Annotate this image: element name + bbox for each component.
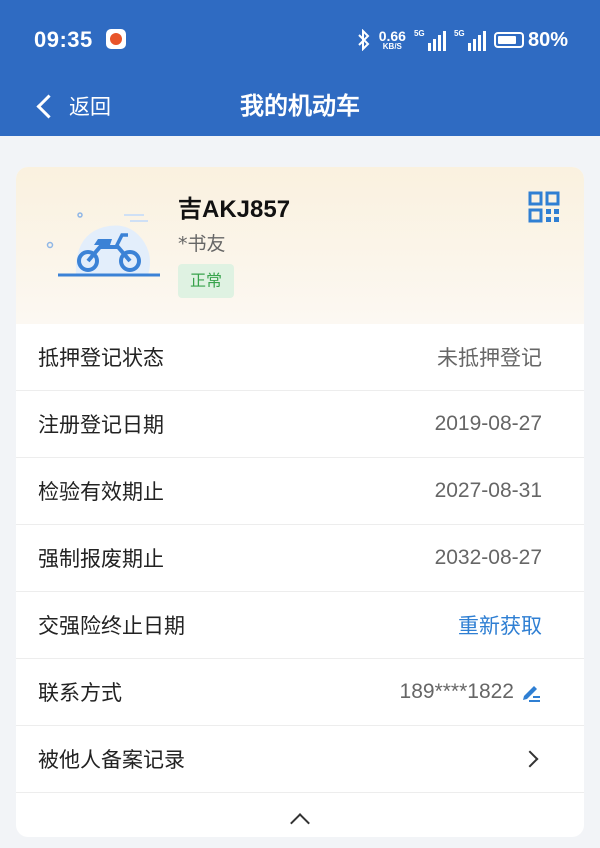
- page-title: 我的机动车: [240, 92, 360, 120]
- vehicle-card: 吉AKJ857 *书友 正常 抵押登记状态 未抵押登记 注册登记日期 2019-…: [16, 167, 584, 837]
- battery-icon: 80%: [493, 28, 568, 52]
- row-label: 强制报废期止: [38, 547, 164, 571]
- network-speed: 0.66 KB/S: [379, 29, 406, 51]
- collapse-button[interactable]: [16, 801, 584, 837]
- plate-number: 吉AKJ857: [178, 196, 291, 223]
- row-label: 被他人备案记录: [38, 748, 185, 772]
- row-value: 2032-08-27: [434, 546, 542, 569]
- row-scrap-date: 强制报废期止 2032-08-27: [16, 525, 584, 592]
- motorcycle-icon: [46, 212, 160, 277]
- nav-bar: 返回 我的机动车: [0, 78, 600, 136]
- battery-percent: 80%: [527, 28, 568, 51]
- bluetooth-icon: [358, 29, 370, 51]
- row-label: 抵押登记状态: [38, 346, 164, 370]
- signal-icon-2: 5G: [454, 29, 486, 51]
- row-label: 注册登记日期: [38, 413, 164, 437]
- network-speed-value: 0.66: [378, 28, 406, 44]
- row-contact: 联系方式 189****1822: [16, 659, 584, 726]
- edit-icon[interactable]: [520, 681, 542, 703]
- row-mortgage-status: 抵押登记状态 未抵押登记: [16, 324, 584, 391]
- row-label: 检验有效期止: [38, 480, 164, 504]
- phone-number: 189****1822: [399, 680, 514, 703]
- top-bar: 09:35 0.66 KB/S 5G 5G 80% 返回 我的机动车: [0, 0, 600, 136]
- network-speed-unit: KB/S: [382, 42, 402, 51]
- owner-name: *书友: [178, 233, 226, 255]
- status-right: 0.66 KB/S 5G 5G 80%: [357, 26, 568, 54]
- status-badge: 正常: [178, 264, 235, 298]
- signal-icon: 5G: [414, 29, 446, 51]
- status-bar: 09:35 0.66 KB/S 5G 5G 80%: [0, 0, 600, 78]
- chevron-up-icon: [290, 813, 310, 833]
- row-value: 2027-08-31: [434, 479, 542, 502]
- row-inspection-expiry: 检验有效期止 2027-08-31: [16, 458, 584, 525]
- vehicle-info-list: 抵押登记状态 未抵押登记 注册登记日期 2019-08-27 检验有效期止 20…: [16, 324, 584, 793]
- status-time: 09:35: [34, 27, 93, 52]
- signal-label: 5G: [413, 29, 425, 38]
- signal-label-2: 5G: [453, 29, 465, 38]
- qr-code-icon[interactable]: [528, 191, 560, 223]
- app-notification-icon: [106, 29, 126, 49]
- row-label: 联系方式: [38, 681, 122, 705]
- row-filing-records[interactable]: 被他人备案记录: [16, 726, 584, 793]
- chevron-right-icon: [521, 750, 539, 768]
- row-label: 交强险终止日期: [38, 614, 185, 638]
- vehicle-header: 吉AKJ857 *书友 正常: [16, 167, 584, 324]
- row-registration-date: 注册登记日期 2019-08-27: [16, 391, 584, 458]
- row-insurance-expiry: 交强险终止日期 重新获取: [16, 592, 584, 659]
- contact-value: 189****1822: [400, 680, 542, 704]
- refresh-link[interactable]: 重新获取: [458, 610, 542, 640]
- row-value: 未抵押登记: [437, 347, 542, 370]
- row-value: 2019-08-27: [434, 412, 542, 435]
